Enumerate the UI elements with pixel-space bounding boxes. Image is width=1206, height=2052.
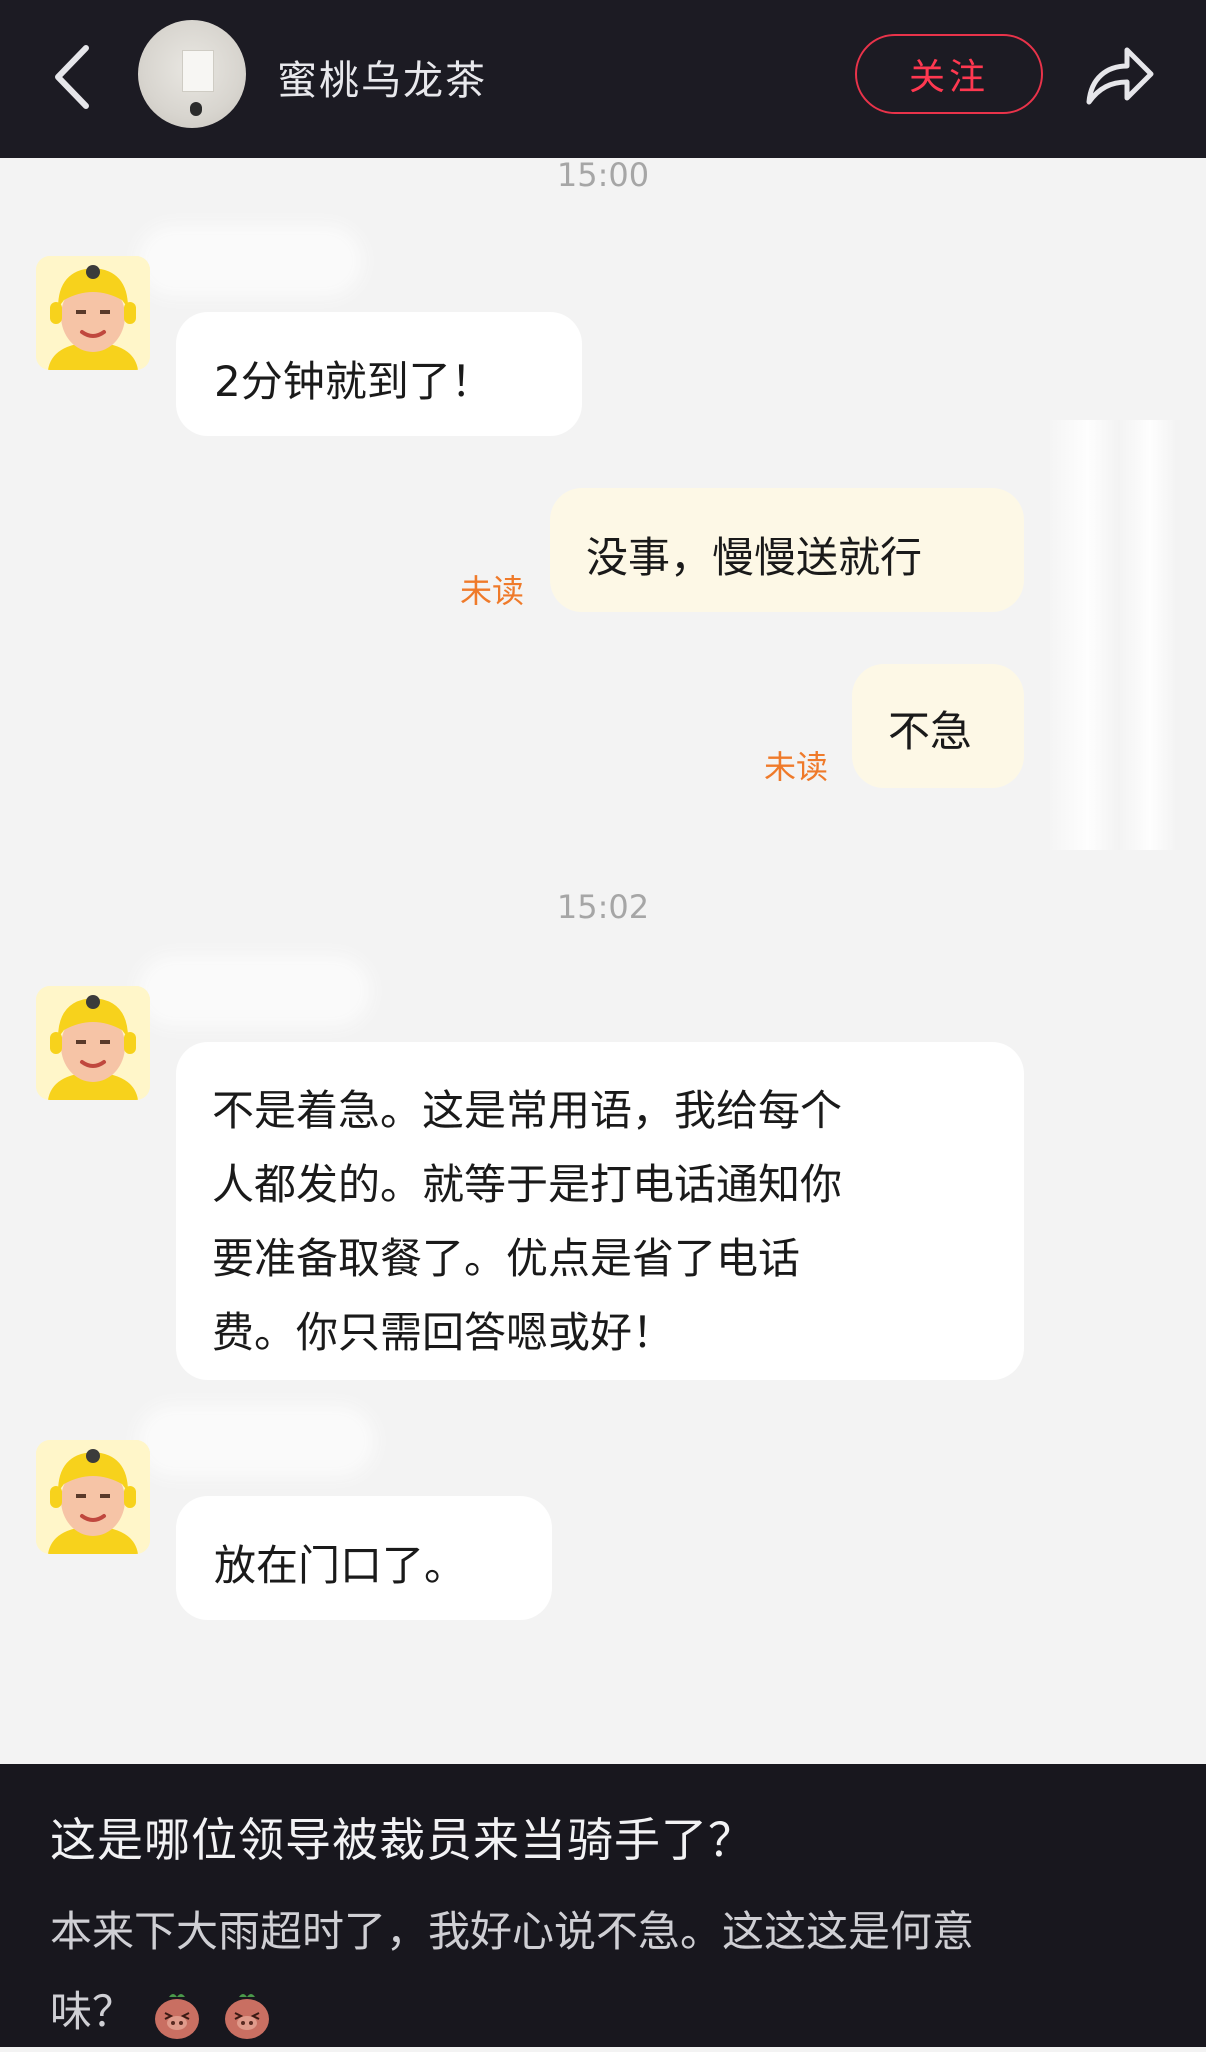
- follow-button[interactable]: 关注: [855, 34, 1043, 114]
- unread-label: 未读: [460, 572, 525, 610]
- message-line: 费。你只需回答嗯或好！: [212, 1308, 675, 1357]
- post-caption-panel: 这是哪位领导被裁员来当骑手了？ 本来下大雨超时了，我好心说不急。这这这是何意 味…: [0, 1764, 1206, 2047]
- rider-avatar-icon: [36, 986, 150, 1100]
- message-bubble-self[interactable]: 不急: [852, 664, 1024, 788]
- sender-name-redacted: [150, 238, 350, 284]
- chat-timestamp: 15:02: [556, 888, 650, 926]
- pig-face-emoji-icon: [224, 1993, 269, 2039]
- avatar-cup-shape: [190, 102, 202, 116]
- rider-avatar-icon: [36, 256, 150, 370]
- unread-label: 未读: [764, 748, 829, 786]
- rider-avatar[interactable]: [36, 256, 150, 370]
- message-bubble-rider[interactable]: 2分钟就到了！: [176, 312, 582, 436]
- message-text: 2分钟就到了！: [214, 357, 493, 406]
- post-title: 这是哪位领导被裁员来当骑手了？: [50, 1813, 755, 1867]
- message-bubble-self[interactable]: 没事，慢慢送就行: [550, 488, 1024, 612]
- message-text: 没事，慢慢送就行: [586, 533, 923, 582]
- back-chevron-icon[interactable]: [48, 42, 98, 112]
- message-bubble-rider[interactable]: 不是着急。这是常用语，我给每个 人都发的。就等于是打电话通知你 要准备取餐了。优…: [176, 1042, 1024, 1380]
- top-bar: 蜜桃乌龙茶 关注: [0, 0, 1206, 158]
- post-body-text: 味？: [50, 1987, 135, 2036]
- message-text-block: 不是着急。这是常用语，我给每个 人都发的。就等于是打电话通知你 要准备取餐了。优…: [212, 1074, 992, 1370]
- redaction-overlay: [1050, 420, 1175, 850]
- post-body-line: 本来下大雨超时了，我好心说不急。这这这是何意: [50, 1907, 975, 1956]
- message-text: 不急: [888, 707, 973, 756]
- message-line: 不是着急。这是常用语，我给每个: [212, 1086, 843, 1135]
- rider-avatar[interactable]: [36, 1440, 150, 1554]
- pig-face-emoji-icon: [155, 1993, 200, 2039]
- share-arrow-icon[interactable]: [1083, 40, 1155, 110]
- message-bubble-rider[interactable]: 放在门口了。: [176, 1496, 552, 1620]
- message-line: 人都发的。就等于是打电话通知你: [212, 1160, 843, 1209]
- rider-avatar[interactable]: [36, 986, 150, 1100]
- message-line: 要准备取餐了。优点是省了电话: [212, 1234, 801, 1283]
- rider-avatar-icon: [36, 1440, 150, 1554]
- chat-partner-avatar[interactable]: [138, 20, 246, 128]
- message-text: 放在门口了。: [214, 1541, 467, 1590]
- sender-name-redacted: [150, 1418, 362, 1464]
- chat-timestamp: 15:00: [556, 156, 650, 194]
- post-body-line-with-emoji: 味？: [50, 1972, 1150, 2052]
- chat-partner-name[interactable]: 蜜桃乌龙茶: [277, 48, 487, 106]
- sender-name-redacted: [150, 968, 358, 1014]
- avatar-card-shape: [182, 50, 214, 92]
- post-body: 本来下大雨超时了，我好心说不急。这这这是何意 味？: [50, 1892, 1150, 2052]
